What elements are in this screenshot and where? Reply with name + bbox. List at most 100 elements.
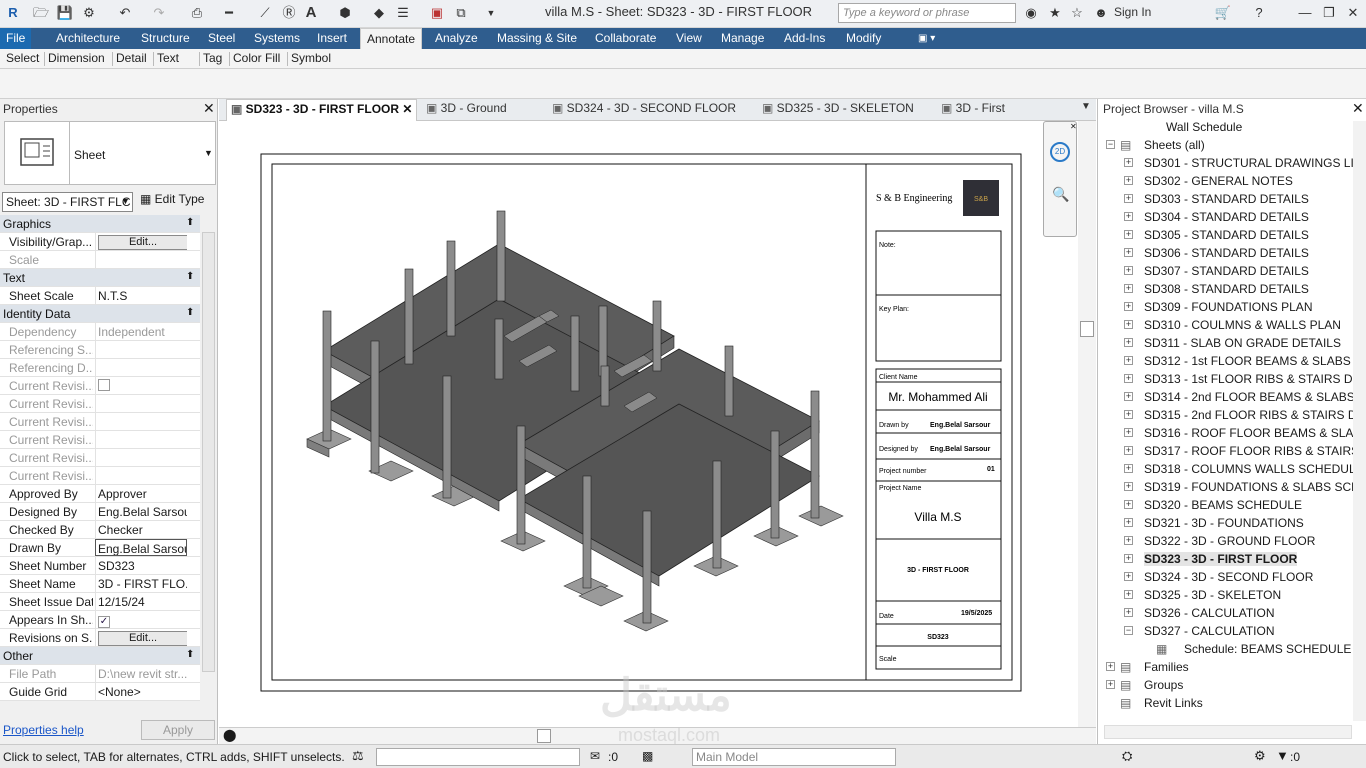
minimize-icon[interactable]: — [1296,5,1314,21]
close-icon[interactable]: ✕ [399,102,412,116]
property-row[interactable]: Appears In Sh... ✓ [0,611,200,629]
property-row[interactable]: Drawn By Eng.Belal Sarsour [0,539,200,557]
section-icon[interactable]: ◆ [370,5,388,21]
restore-icon[interactable]: ❐ [1320,5,1338,21]
property-row[interactable]: Current Revisi... [0,395,200,413]
property-value[interactable]: ✓ [95,611,187,628]
tab-collaborate[interactable]: Collaborate [589,28,662,49]
checkbox[interactable] [98,379,110,391]
collapse-icon[interactable]: − [1124,626,1133,635]
browser-hscrollbar[interactable] [1104,725,1352,739]
property-row[interactable]: Dependency Independent [0,323,200,341]
expand-icon[interactable]: + [1124,194,1133,203]
property-row[interactable]: Designed By Eng.Belal Sarsour [0,503,200,521]
collapse-icon[interactable]: − [1106,140,1115,149]
properties-help-link[interactable]: Properties help [3,723,84,737]
browser-item[interactable]: + SD323 - 3D - FIRST FLOOR [1098,550,1353,568]
property-row[interactable]: Current Revisi... [0,377,200,395]
property-value[interactable]: N.T.S [95,287,187,304]
tab-analyze[interactable]: Analyze [429,28,484,49]
property-value[interactable]: Edit... [95,233,187,250]
expand-icon[interactable]: + [1124,410,1133,419]
binoculars-icon[interactable]: ◉ [1022,5,1040,21]
browser-item[interactable]: + SD324 - 3D - SECOND FLOOR [1098,568,1353,586]
property-row[interactable]: Sheet Number SD323 [0,557,200,575]
expand-icon[interactable]: + [1124,518,1133,527]
close-icon[interactable]: ✕ [1070,122,1077,131]
close-window-icon[interactable]: ✕ [1344,5,1362,21]
cart-icon[interactable]: 🛒 [1214,5,1232,21]
property-row[interactable]: Sheet Name 3D - FIRST FLO... [0,575,200,593]
type-selector[interactable]: Sheet ▼ [70,121,216,185]
browser-item[interactable]: + SD325 - 3D - SKELETON [1098,586,1353,604]
browser-item[interactable]: + SD319 - FOUNDATIONS & SLABS SCHE [1098,478,1353,496]
measure-icon[interactable]: ━ [220,5,238,21]
instance-selector[interactable]: Sheet: 3D - FIRST FLC [2,192,133,212]
switch-windows-icon[interactable]: ⧉ [452,5,470,21]
property-row[interactable]: Approved By Approver [0,485,200,503]
browser-item[interactable]: + SD322 - 3D - GROUND FLOOR [1098,532,1353,550]
browser-item[interactable]: + SD320 - BEAMS SCHEDULE [1098,496,1353,514]
expand-icon[interactable]: + [1124,392,1133,401]
panel-symbol[interactable]: Symbol [291,51,331,65]
redo-icon[interactable]: ↷ [150,5,168,21]
workset-select[interactable] [376,748,580,766]
browser-scrollbar[interactable] [1353,121,1366,721]
expand-icon[interactable]: + [1124,446,1133,455]
visual-style-icon[interactable]: ⬤ [223,728,236,742]
settings-gear-icon[interactable]: ⚙ [1254,748,1266,764]
worksharing-icon[interactable]: ⚖ [352,748,364,764]
close-icon[interactable]: ✕ [203,100,215,117]
panel-text[interactable]: Text [157,51,179,65]
collapse-icon[interactable]: ⬆ [186,217,194,228]
tab-structure[interactable]: Structure [135,28,196,49]
property-row[interactable]: Sheet Scale N.T.S [0,287,200,305]
browser-item[interactable]: + SD305 - STANDARD DETAILS [1098,226,1353,244]
expand-icon[interactable]: + [1124,536,1133,545]
property-row[interactable]: Current Revisi... [0,449,200,467]
tab-view[interactable]: View [670,28,708,49]
panel-detail[interactable]: Detail [116,51,147,65]
thin-lines-icon[interactable]: ☰ [394,5,412,21]
property-row[interactable]: File Path D:\new revit str... [0,665,200,683]
browser-item[interactable]: − SD327 - CALCULATION [1098,622,1353,640]
sync-icon[interactable]: ⚙ [80,5,98,21]
edit-button[interactable]: Edit... [98,631,187,646]
expand-icon[interactable]: + [1124,302,1133,311]
checkbox[interactable]: ✓ [98,616,110,628]
browser-item[interactable]: + ▤ Groups [1098,676,1353,694]
scroll-thumb[interactable] [1080,321,1094,337]
browser-item[interactable]: + SD314 - 2nd FLOOR BEAMS & SLABS [1098,388,1353,406]
expand-icon[interactable]: + [1124,158,1133,167]
editing-requests-icon[interactable]: ✉ [590,749,600,763]
view-tab[interactable]: ▣ SD324 - 3D - SECOND FLOOR [552,101,736,115]
collapse-icon[interactable]: ⬆ [186,271,194,282]
panel-dimension[interactable]: Dimension [48,51,105,65]
expand-icon[interactable]: + [1124,572,1133,581]
edit-type-button[interactable]: ▦ Edit Type [140,192,204,206]
close-hidden-icon[interactable]: ▣ [428,5,446,21]
panel-tag[interactable]: Tag [203,51,222,65]
expand-icon[interactable]: + [1124,176,1133,185]
steering-wheel-icon[interactable]: 2D [1050,142,1070,162]
browser-item[interactable]: + SD318 - COLUMNS WALLS SCHEDULE [1098,460,1353,478]
browser-item[interactable]: + ▤ Families [1098,658,1353,676]
expand-icon[interactable]: + [1124,482,1133,491]
customize-chevron-icon[interactable]: ▼ [482,5,500,21]
property-row[interactable]: Visibility/Grap... Edit... [0,233,200,251]
favorites-icon[interactable]: ☆ [1068,5,1086,21]
panel-color-fill[interactable]: Color Fill [233,51,280,65]
view-tab[interactable]: ▣ 3D - Ground [426,101,507,115]
tab-list-chevron-icon[interactable]: ▼ [1081,101,1091,112]
property-row[interactable]: Guide Grid <None> [0,683,200,701]
sign-in-link[interactable]: Sign In [1114,5,1151,19]
user-icon[interactable]: ☻ [1092,5,1110,21]
property-value[interactable]: 12/15/24 [95,593,187,610]
expand-icon[interactable]: + [1124,248,1133,257]
scroll-thumb[interactable] [537,729,551,743]
expand-icon[interactable]: + [1106,662,1115,671]
panel-select[interactable]: Select [6,51,39,65]
browser-item[interactable]: + SD301 - STRUCTURAL DRAWINGS LIST [1098,154,1353,172]
expand-icon[interactable]: + [1124,464,1133,473]
property-value[interactable]: Approver [95,485,187,502]
